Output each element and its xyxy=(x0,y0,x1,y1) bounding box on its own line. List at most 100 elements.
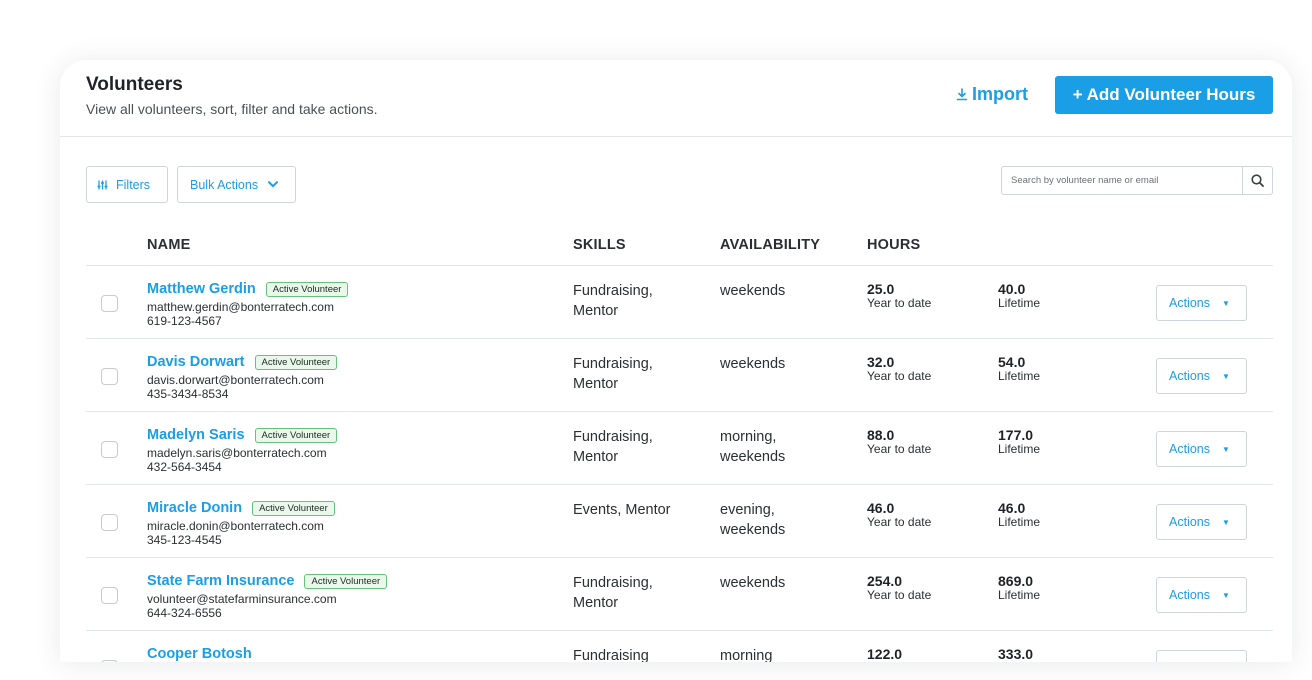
column-header-hours[interactable]: HOURS xyxy=(867,237,920,253)
hours-lifetime-label: Lifetime xyxy=(998,296,1041,310)
row-actions-dropdown[interactable]: Actions ▼ xyxy=(1156,285,1247,321)
import-label: Import xyxy=(972,84,1028,104)
hours-ytd-label: Year to date xyxy=(867,369,932,383)
hours-ytd-label: Year to date xyxy=(867,588,932,602)
hours-lifetime-value: 54.0 xyxy=(998,354,1026,370)
volunteer-availability: weekends xyxy=(720,283,786,299)
volunteer-email: davis.dorwart@bonterratech.com xyxy=(147,373,324,387)
volunteer-phone: 345-123-4545 xyxy=(147,533,222,547)
row-checkbox[interactable] xyxy=(101,295,118,312)
page-title: Volunteers xyxy=(86,74,183,95)
volunteer-availability: weekends xyxy=(720,575,786,591)
download-icon xyxy=(956,88,968,101)
volunteer-skills: Fundraising xyxy=(573,648,649,662)
status-badge: Active Volunteer xyxy=(254,427,338,443)
volunteer-skills: Fundraising, Mentor xyxy=(573,283,653,319)
table-row: Miracle Donin Active Volunteer miracle.don… xyxy=(86,485,1273,558)
caret-down-icon: ▼ xyxy=(1222,590,1230,600)
chevron-down-icon xyxy=(268,181,279,188)
column-header-availability[interactable]: AVAILABILITY xyxy=(720,237,820,253)
volunteer-skills: Fundraising, Mentor xyxy=(573,575,653,611)
row-actions-label: Actions xyxy=(1169,442,1210,456)
volunteer-skills: Fundraising, Mentor xyxy=(573,356,653,392)
filters-button[interactable]: Filters xyxy=(86,166,168,203)
row-actions-dropdown[interactable]: Actions▼ xyxy=(1156,431,1247,467)
volunteer-email: miracle.donin@bonterratech.com xyxy=(147,519,324,533)
volunteer-name-link[interactable]: State Farm Insurance xyxy=(147,573,294,589)
volunteer-skills: Events, Mentor xyxy=(573,502,671,518)
sliders-icon xyxy=(97,180,108,189)
row-checkbox[interactable] xyxy=(101,441,118,458)
status-badge: Active Volunteer xyxy=(254,354,338,370)
hours-lifetime: 177.0 Lifetime xyxy=(998,428,1040,456)
volunteer-availability: morning, weekends xyxy=(720,429,786,465)
row-checkbox[interactable] xyxy=(101,368,118,385)
row-actions-dropdown[interactable]: Actions▼ xyxy=(1156,650,1247,662)
volunteer-name-line: State Farm Insurance Active Volunteer xyxy=(147,573,388,589)
search-box xyxy=(1001,166,1273,195)
volunteer-name-line: Matthew Gerdin Active Volunteer xyxy=(147,281,349,297)
caret-down-icon: ▼ xyxy=(1222,298,1230,308)
hours-year-to-date: 122.0Year to date xyxy=(867,646,931,663)
hours-lifetime-value: 869.0 xyxy=(998,573,1034,589)
hours-year-to-date: 32.0 Year to date xyxy=(867,355,931,383)
volunteer-name-link[interactable]: Cooper Botosh xyxy=(147,646,252,662)
add-volunteer-hours-button[interactable]: + Add Volunteer Hours xyxy=(1055,76,1273,114)
column-header-name[interactable]: NAME xyxy=(147,237,191,253)
hours-lifetime-value: 46.0 xyxy=(998,500,1026,516)
volunteer-phone: 619-123-4567 xyxy=(147,314,222,328)
hours-ytd-value: 25.0 xyxy=(867,281,895,297)
hours-lifetime-label: Lifetime xyxy=(998,515,1041,529)
volunteer-name-link[interactable]: Davis Dorwart xyxy=(147,354,245,370)
row-actions-label: Actions xyxy=(1169,296,1210,310)
volunteer-name-link[interactable]: Miracle Donin xyxy=(147,500,242,516)
search-button[interactable] xyxy=(1242,167,1272,194)
volunteer-name-line: Davis Dorwart Active Volunteer xyxy=(147,354,338,370)
table-row: Madelyn Saris Active Volunteer madelyn.sar… xyxy=(86,412,1273,485)
hours-lifetime: 54.0 Lifetime xyxy=(998,355,1040,383)
hours-ytd-label: Year to date xyxy=(867,296,932,310)
row-actions-label: Actions xyxy=(1169,661,1210,662)
volunteer-availability: weekends xyxy=(720,356,786,372)
hours-ytd-value: 46.0 xyxy=(867,500,895,516)
search-icon xyxy=(1251,174,1264,187)
row-actions-label: Actions xyxy=(1169,369,1210,383)
volunteer-email: volunteer@statefarminsurance.com xyxy=(147,592,337,606)
volunteer-phone: 435-3434-8534 xyxy=(147,387,229,401)
row-checkbox[interactable] xyxy=(101,587,118,604)
hours-lifetime: 46.0 Lifetime xyxy=(998,501,1040,529)
hours-ytd-label: Year to date xyxy=(867,442,932,456)
row-actions-dropdown[interactable]: Actions▼ xyxy=(1156,504,1247,540)
status-badge: Active Volunteer xyxy=(252,500,335,516)
volunteers-card: Volunteers View all volunteers, sort, fi… xyxy=(60,60,1292,662)
hours-ytd-label: Year to date xyxy=(867,515,932,529)
bulk-actions-dropdown[interactable]: Bulk Actions xyxy=(177,166,296,203)
row-actions-dropdown[interactable]: Actions▼ xyxy=(1156,577,1247,613)
table-row: Davis Dorwart Active Volunteer davis.dorwa… xyxy=(86,339,1273,412)
status-badge: Active Volunteer xyxy=(304,573,388,589)
volunteer-name-line: Madelyn Saris Active Volunteer xyxy=(147,427,338,443)
volunteer-phone: 432-564-3454 xyxy=(147,460,222,474)
hours-ytd-value: 122.0 xyxy=(867,646,903,662)
hours-lifetime-label: Lifetime xyxy=(998,369,1041,383)
volunteer-name-link[interactable]: Madelyn Saris xyxy=(147,427,245,443)
row-actions-label: Actions xyxy=(1169,515,1210,529)
volunteer-name-link[interactable]: Matthew Gerdin xyxy=(147,281,256,297)
volunteer-name-line: Cooper Botosh xyxy=(147,646,252,662)
row-checkbox[interactable] xyxy=(101,514,118,531)
hours-year-to-date: 254.0 Year to date xyxy=(867,574,931,602)
hours-lifetime-value: 333.0 xyxy=(998,646,1034,662)
volunteer-availability: morning xyxy=(720,648,773,662)
bulk-actions-label: Bulk Actions xyxy=(190,177,259,192)
row-checkbox[interactable] xyxy=(101,660,118,662)
hours-lifetime: 333.0Lifetime xyxy=(998,646,1040,663)
row-actions-dropdown[interactable]: Actions▼ xyxy=(1156,358,1247,394)
volunteer-skills: Fundraising, Mentor xyxy=(573,429,653,465)
status-badge: Active Volunteer xyxy=(265,281,349,297)
table-row: Cooper Botosh Fundraising morning 122.0Year… xyxy=(86,631,1273,662)
search-input[interactable] xyxy=(1002,167,1242,194)
hours-ytd-value: 88.0 xyxy=(867,427,895,443)
column-header-skills[interactable]: SKILLS xyxy=(573,237,626,253)
hours-lifetime: 40.0 Lifetime xyxy=(998,282,1040,310)
import-button[interactable]: Import xyxy=(956,84,1028,105)
